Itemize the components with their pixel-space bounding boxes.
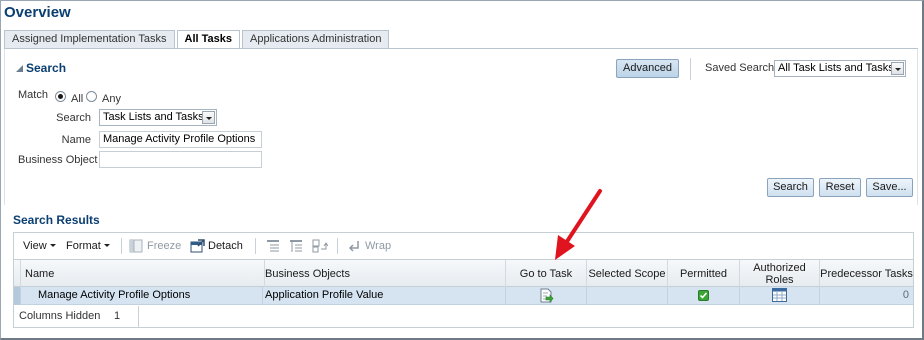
freeze-button[interactable]: Freeze (129, 235, 181, 257)
format-menu[interactable]: Format (66, 235, 110, 257)
tab-applications-administration[interactable]: Applications Administration (242, 30, 390, 48)
detach-button[interactable]: Detach (190, 235, 243, 257)
chevron-down-icon[interactable] (202, 111, 215, 124)
cell-business-objects: Application Profile Value (263, 287, 506, 305)
name-label: Name (61, 134, 91, 146)
page-title: Overview (4, 4, 71, 21)
toolbar-separator (255, 238, 256, 254)
column-header-business-objects[interactable]: Business Objects (255, 260, 506, 287)
roles-table-icon[interactable] (772, 288, 787, 302)
business-object-label: Business Object (18, 154, 98, 166)
chevron-down-icon (49, 244, 56, 247)
reset-button[interactable]: Reset (819, 178, 861, 197)
cell-selected-scope (587, 287, 668, 305)
chevron-down-icon (103, 244, 110, 247)
saved-search-label: Saved Search (705, 62, 775, 74)
search-section-header[interactable]: Search (16, 61, 66, 75)
search-results-title: Search Results (13, 213, 100, 227)
saved-search-value: All Task Lists and Tasks (778, 62, 894, 74)
column-header-predecessor-tasks[interactable]: Predecessor Tasks (820, 260, 913, 287)
match-label: Match (18, 89, 48, 101)
cell-authorized-roles[interactable] (740, 287, 820, 305)
column-header-authorized-roles[interactable]: Authorized Roles (740, 260, 820, 287)
wrap-button[interactable]: Wrap (347, 235, 391, 257)
search-type-select[interactable]: Task Lists and Tasks (99, 109, 217, 126)
search-type-value: Task Lists and Tasks (103, 111, 204, 123)
freeze-icon (129, 239, 143, 253)
detach-icon (190, 239, 205, 253)
cell-go-to-task[interactable] (506, 287, 587, 305)
footer-separator (138, 306, 139, 327)
collapse-icon[interactable] (16, 65, 23, 72)
detach-label: Detach (208, 240, 243, 252)
format-menu-label: Format (66, 240, 101, 252)
match-all-radio[interactable] (55, 91, 66, 102)
column-header-name[interactable]: Name (15, 260, 265, 287)
wrap-label: Wrap (365, 240, 392, 252)
columns-hidden-label: Columns Hidden (19, 310, 101, 322)
reorder-icon[interactable] (312, 239, 328, 253)
toolbar-separator (337, 238, 338, 254)
search-button[interactable]: Search (767, 178, 814, 197)
results-toolbar: View Format Freeze Detach Wrap (14, 235, 913, 257)
chevron-down-icon[interactable] (891, 62, 904, 75)
match-all-label: All (71, 93, 84, 105)
column-header-permitted[interactable]: Permitted (668, 260, 740, 287)
business-object-input[interactable] (99, 151, 262, 168)
advanced-button[interactable]: Advanced (616, 59, 679, 78)
align-icon[interactable] (266, 239, 280, 253)
tab-all-tasks[interactable]: All Tasks (176, 30, 240, 49)
results-table-header: Name Business Objects Go to Task Selecte… (14, 259, 913, 287)
go-to-task-icon[interactable] (539, 288, 554, 303)
save-button[interactable]: Save... (866, 178, 913, 197)
row-selector[interactable] (14, 287, 21, 305)
wrap-icon (348, 241, 359, 252)
tab-assigned-implementation-tasks[interactable]: Assigned Implementation Tasks (4, 30, 175, 48)
saved-search-select[interactable]: All Task Lists and Tasks (774, 60, 906, 77)
columns-hidden-value: 1 (114, 310, 121, 322)
table-row[interactable]: Manage Activity Profile Options Applicat… (14, 287, 913, 305)
toolbar-separator (690, 58, 691, 80)
tab-bar: Assigned Implementation Tasks All Tasks … (4, 30, 391, 49)
name-input[interactable]: Manage Activity Profile Options (99, 131, 262, 148)
match-any-label: Any (102, 93, 121, 105)
results-footer: Columns Hidden 1 (14, 306, 913, 327)
checkmark-icon (698, 290, 709, 301)
view-menu[interactable]: View (23, 235, 56, 257)
cell-name[interactable]: Manage Activity Profile Options (22, 287, 263, 305)
search-section-title: Search (26, 61, 67, 75)
annotation-arrow-icon (555, 189, 602, 260)
columns-icon[interactable] (289, 239, 303, 253)
view-menu-label: View (23, 240, 47, 252)
freeze-label: Freeze (147, 240, 182, 252)
cell-predecessor-tasks[interactable]: 0 (820, 287, 913, 305)
search-type-label: Search (56, 112, 91, 124)
match-any-radio[interactable] (86, 91, 97, 102)
cell-permitted (668, 287, 740, 305)
toolbar-separator (121, 238, 122, 254)
